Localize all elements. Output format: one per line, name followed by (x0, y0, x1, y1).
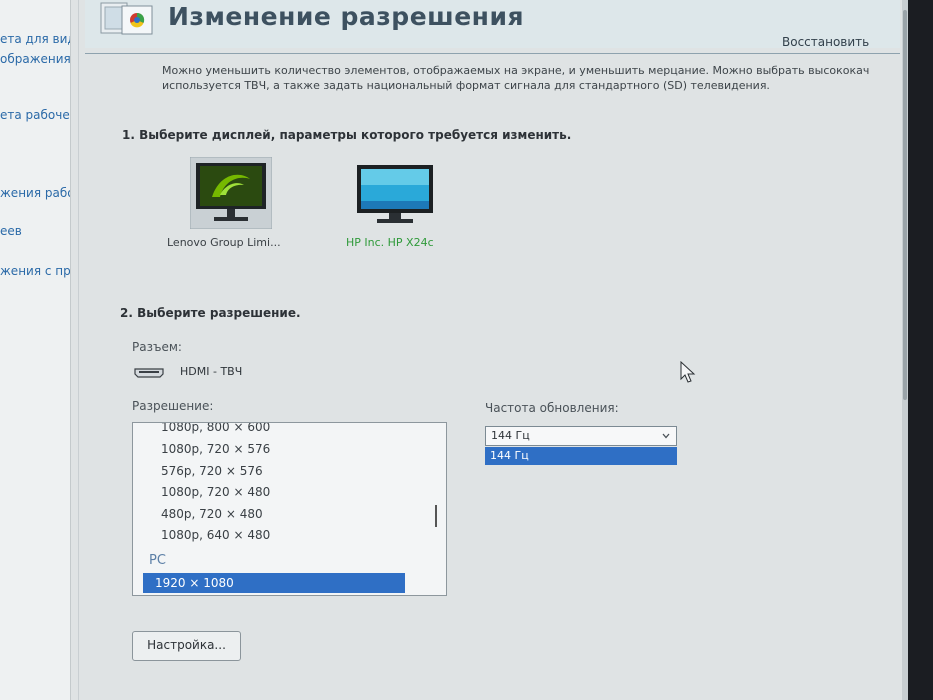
scrollbar-thumb[interactable] (903, 10, 907, 400)
sidebar-link-image-settings[interactable]: жения с пр (0, 264, 70, 278)
list-item[interactable]: 1080p, 640 × 480 (161, 528, 270, 542)
list-scrollbar[interactable] (435, 505, 437, 527)
sidebar-link-multiple-displays[interactable]: еев (0, 224, 22, 238)
sidebar-link-desktop[interactable]: ета рабочег (0, 108, 70, 122)
sidebar: ета для вид ображения д ета рабочег жени… (0, 0, 71, 700)
display-label-lenovo: Lenovo Group Limi... (167, 236, 281, 249)
connector-value: HDMI - ТВЧ (180, 365, 243, 378)
monitor-nvidia-icon (190, 157, 272, 229)
list-item[interactable]: 1080p, 800 × 600 (161, 423, 270, 434)
refresh-rate-option[interactable]: 144 Гц (485, 447, 677, 465)
refresh-rate-label: Частота обновления: (485, 401, 619, 415)
monitor-desktop-icon (357, 165, 433, 223)
selected-resolution-item[interactable]: 1920 × 1080 (143, 573, 405, 593)
display-tile-lenovo[interactable] (190, 157, 272, 229)
header-divider (85, 53, 900, 54)
mouse-cursor-icon (680, 361, 696, 383)
list-item[interactable]: 1080p, 720 × 480 (161, 485, 270, 499)
sidebar-link-display-size[interactable]: ображения д (0, 52, 70, 66)
hdmi-connector-icon (134, 368, 164, 378)
restore-button[interactable]: Восстановить (782, 35, 869, 49)
chevron-down-icon (662, 433, 670, 439)
section-heading-select-display: 1. Выберите дисплей, параметры которого … (122, 128, 572, 142)
sidebar-link-desktop-size[interactable]: жения рабо (0, 186, 70, 200)
sidebar-link-display-settings[interactable]: ета для вид (0, 32, 70, 46)
display-label-hp: HP Inc. HP X24c (346, 236, 434, 249)
list-item[interactable]: 1080p, 720 × 576 (161, 442, 270, 456)
resolution-group-label: PC (149, 553, 166, 568)
refresh-rate-value: 144 Гц (491, 429, 530, 442)
page-title: Изменение разрешения (168, 2, 525, 31)
resolution-list[interactable]: 1080p, 800 × 600 1080p, 720 × 576 576p, … (132, 422, 447, 596)
settings-button[interactable]: Настройка... (132, 631, 241, 661)
page-description: Можно уменьшить количество элементов, от… (162, 64, 870, 92)
section-heading-select-resolution: 2. Выберите разрешение. (120, 306, 301, 320)
connector-label: Разъем: (132, 340, 182, 354)
display-settings-icon (100, 2, 153, 35)
screen-bezel (908, 0, 933, 700)
display-tile-hp[interactable] (355, 163, 435, 225)
list-item[interactable]: 480p, 720 × 480 (161, 507, 263, 521)
resolution-label: Разрешение: (132, 399, 214, 413)
panel-divider (78, 0, 79, 700)
list-item[interactable]: 576p, 720 × 576 (161, 464, 263, 478)
refresh-rate-select[interactable]: 144 Гц (485, 426, 677, 446)
